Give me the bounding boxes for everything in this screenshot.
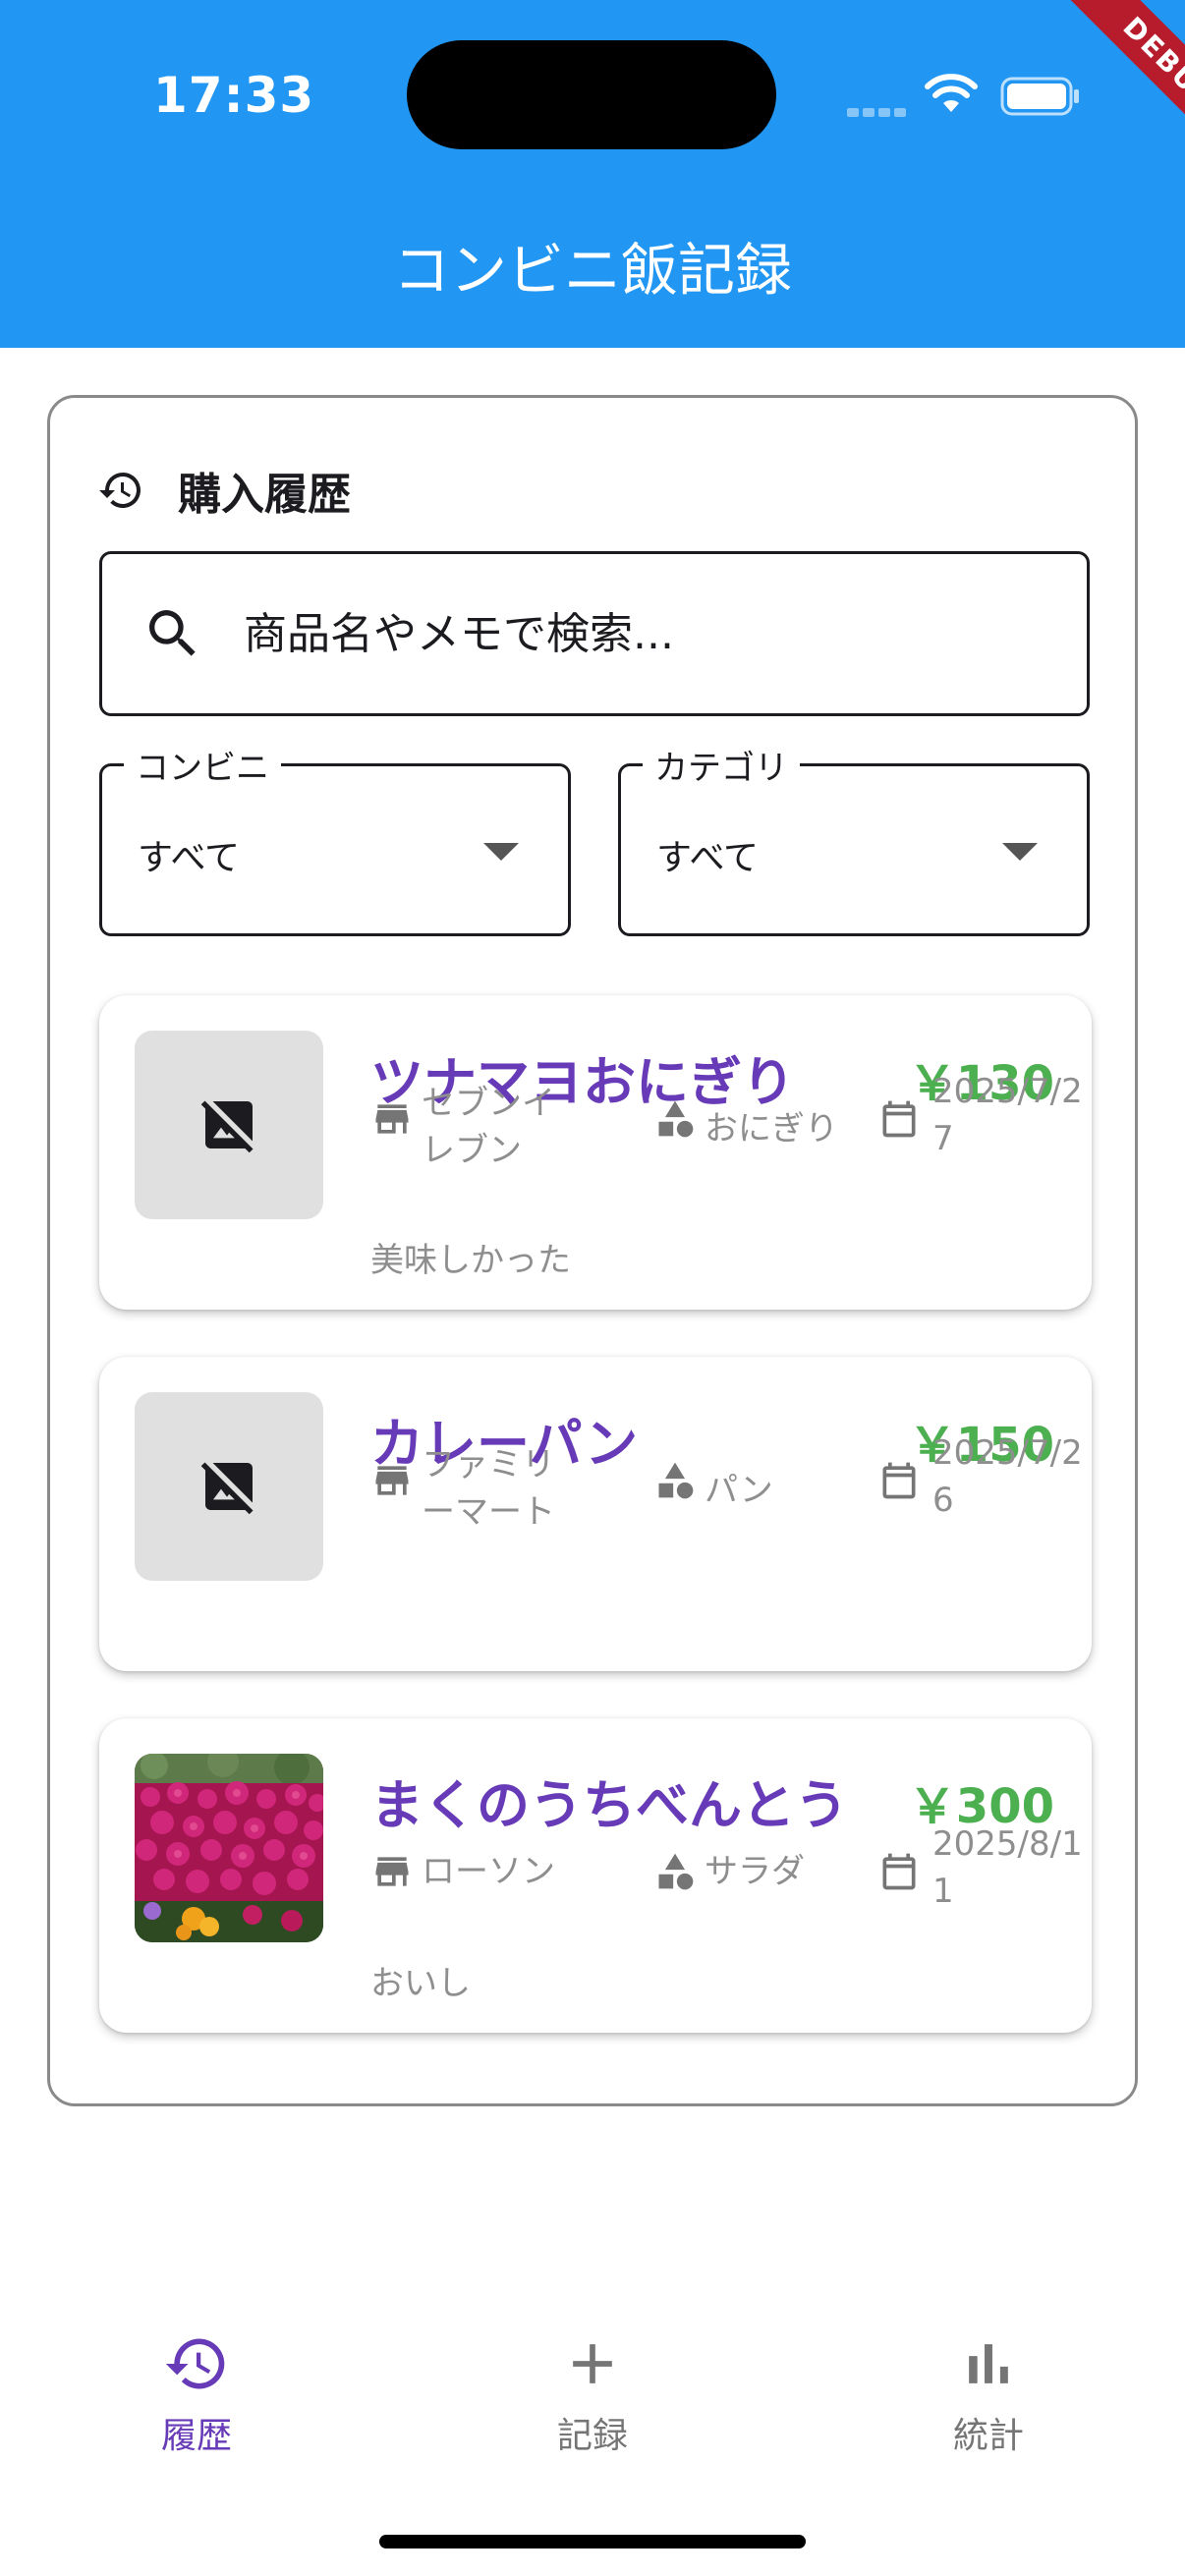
item-thumbnail xyxy=(135,1754,323,1942)
nav-label-stats: 統計 xyxy=(952,2416,1024,2456)
cellular-signal-icon xyxy=(847,102,910,121)
category-icon xyxy=(658,1100,694,1138)
home-indicator[interactable] xyxy=(379,2535,806,2548)
store-icon xyxy=(375,1857,409,1886)
purchase-item-card[interactable]: まくのうちべんとう ￥300 ローソン サラダ 2025/8/1 1 おいし xyxy=(99,1718,1092,2033)
dropdown-arrow-icon xyxy=(483,843,519,861)
category-filter-value: すべて xyxy=(656,838,760,878)
category-icon xyxy=(658,1462,694,1499)
category-filter-label: カテゴリ xyxy=(643,741,800,789)
purchase-item-card[interactable]: カレーパン ￥150 ファミリ ーマート パン 2025/7/2 6 xyxy=(99,1357,1092,1671)
search-input[interactable] xyxy=(244,608,1030,659)
app-bar: 17:33 DEBUG コンビニ飯記録 xyxy=(0,0,1185,348)
item-date: 2025/7/2 7 xyxy=(932,1072,1083,1158)
history-icon xyxy=(165,2338,225,2389)
item-memo: おいし xyxy=(370,1964,471,2003)
calendar-icon xyxy=(882,1853,916,1890)
item-category: おにぎり xyxy=(705,1109,838,1148)
item-date: 2025/7/2 6 xyxy=(932,1433,1083,1520)
calendar-icon xyxy=(882,1100,916,1138)
dropdown-arrow-icon xyxy=(1002,843,1038,861)
nav-tab-record[interactable]: 記録 xyxy=(475,2330,710,2458)
nav-label-record: 記録 xyxy=(556,2416,628,2456)
item-store: セブンイ レブン xyxy=(422,1084,555,1170)
bar-chart-icon xyxy=(969,2344,1008,2383)
flower-photo xyxy=(135,1754,323,1942)
history-panel: 購入履歴 コンビニ すべて カテゴリ すべて ツナマヨおにぎり ￥130 セブン… xyxy=(47,395,1138,2106)
dynamic-island xyxy=(407,40,776,149)
item-thumbnail xyxy=(135,1392,323,1581)
store-icon xyxy=(375,1466,409,1495)
no-image-icon xyxy=(200,1100,254,1153)
panel-title: 購入履歴 xyxy=(178,470,351,520)
item-name: まくのうちべんとう xyxy=(370,1774,848,1836)
item-category: パン xyxy=(705,1471,773,1510)
item-memo: 美味しかった xyxy=(370,1241,571,1280)
item-store: ファミリ ーマート xyxy=(422,1445,555,1532)
purchase-item-card[interactable]: ツナマヨおにぎり ￥130 セブンイ レブン おにぎり 2025/7/2 7 美味し… xyxy=(99,995,1092,1310)
calendar-icon xyxy=(882,1462,916,1499)
store-icon xyxy=(375,1104,409,1134)
app-title: コンビニ飯記録 xyxy=(392,237,792,304)
status-time: 17:33 xyxy=(153,67,315,124)
store-filter-dropdown[interactable]: コンビニ すべて xyxy=(99,741,571,936)
nav-tab-history[interactable]: 履歴 xyxy=(79,2330,314,2458)
panel-header: 購入履歴 xyxy=(97,461,351,520)
item-thumbnail xyxy=(135,1031,323,1219)
search-field[interactable] xyxy=(99,551,1090,716)
item-category: サラダ xyxy=(705,1852,805,1891)
no-image-icon xyxy=(200,1462,254,1515)
battery-icon xyxy=(1000,77,1079,116)
nav-tab-stats[interactable]: 統計 xyxy=(871,2330,1106,2458)
wifi-icon xyxy=(925,74,978,112)
item-store: ローソン xyxy=(422,1852,555,1891)
item-date: 2025/8/1 1 xyxy=(932,1824,1083,1911)
category-filter-dropdown[interactable]: カテゴリ すべて xyxy=(618,741,1090,936)
history-icon xyxy=(99,473,141,508)
search-icon xyxy=(149,610,196,656)
nav-label-history: 履歴 xyxy=(160,2416,232,2456)
category-icon xyxy=(658,1853,694,1890)
store-filter-label: コンビニ xyxy=(124,741,281,789)
add-icon xyxy=(573,2344,612,2383)
store-filter-value: すべて xyxy=(138,838,241,878)
